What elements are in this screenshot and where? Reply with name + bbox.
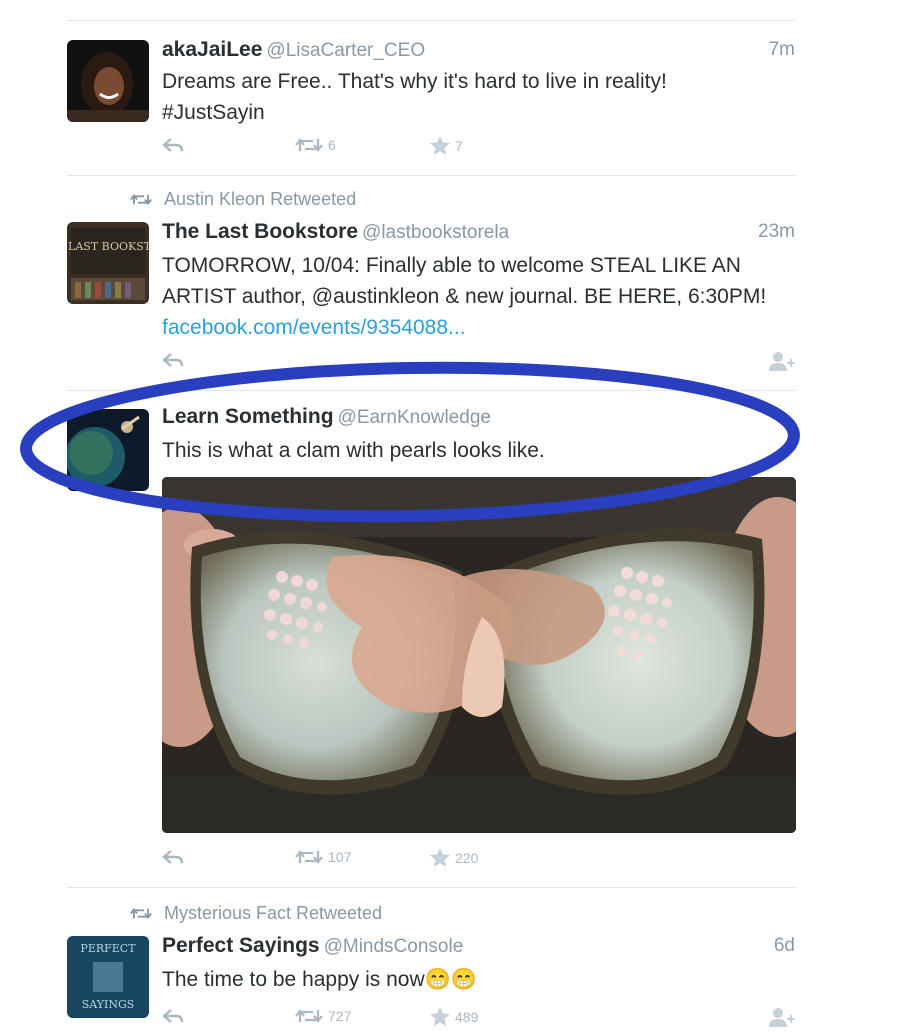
tweet-text: TOMORROW, 10/04: Finally able to welcome…: [162, 250, 787, 343]
reply-button[interactable]: [162, 351, 184, 369]
retweet-count: 107: [328, 849, 352, 865]
follow-button[interactable]: [768, 351, 796, 376]
timestamp[interactable]: 23m: [758, 221, 795, 243]
favorite-count: 489: [455, 1008, 479, 1025]
tweet-divider: [67, 390, 796, 391]
star-icon: [430, 848, 450, 867]
retweet-icon: [295, 138, 323, 152]
retweet-button[interactable]: 727: [295, 1007, 351, 1025]
retweet-button[interactable]: 6: [295, 136, 336, 154]
retweeted-by[interactable]: Austin Kleon Retweeted: [164, 189, 356, 210]
tweet-body: TOMORROW, 10/04: Finally able to welcome…: [162, 254, 767, 308]
avatar[interactable]: PERFECT SAYINGS: [67, 936, 149, 1018]
reply-icon: [162, 1009, 184, 1023]
avatar[interactable]: THE LAST BOOKSTORE: [67, 222, 149, 304]
emoji: 😁😁: [424, 968, 477, 991]
reply-button[interactable]: [162, 136, 184, 154]
tweet-divider: [67, 20, 796, 21]
tweet-text: This is what a clam with pearls looks li…: [162, 439, 545, 462]
follow-button[interactable]: [768, 1007, 796, 1032]
tweet-actions: [162, 351, 796, 375]
favorite-button[interactable]: 489: [430, 1007, 478, 1026]
tweet-text: Dreams are Free.. That's why it's hard t…: [162, 70, 667, 124]
avatar-logo-text: SAYINGS: [82, 998, 135, 1011]
user-handle[interactable]: @LisaCarter_CEO: [266, 40, 425, 61]
avatar[interactable]: [67, 40, 149, 122]
reply-icon: [162, 850, 184, 864]
tweet-actions: 727 489: [162, 1007, 796, 1031]
tweet-divider: [67, 175, 796, 176]
tweet-author[interactable]: Perfect Sayings @MindsConsole: [162, 934, 463, 958]
favorite-count: 220: [455, 849, 479, 866]
follow-user-icon: [769, 352, 795, 371]
retweet-context: Austin Kleon Retweeted: [130, 189, 356, 210]
user-handle[interactable]: @lastbookstorela: [362, 222, 509, 243]
retweet-count: 727: [328, 1008, 352, 1024]
clam-photo-image: [162, 477, 796, 833]
follow-user-icon: [769, 1008, 795, 1027]
favorite-count: 7: [455, 137, 463, 154]
star-icon: [430, 136, 450, 155]
tweet-body: The time to be happy is now: [162, 968, 425, 991]
avatar-logo-text: THE LAST BOOKSTORE: [67, 240, 149, 253]
tweet-actions: 6 7: [162, 136, 796, 160]
reply-icon: [162, 353, 184, 367]
reply-button[interactable]: [162, 848, 184, 866]
display-name[interactable]: The Last Bookstore: [162, 220, 358, 243]
favorite-button[interactable]: 7: [430, 136, 463, 155]
retweet-icon: [295, 1009, 323, 1023]
display-name[interactable]: akaJaiLee: [162, 38, 262, 61]
tweet-divider: [67, 887, 796, 888]
avatar-logo-text: PERFECT: [80, 942, 136, 955]
retweet-icon: [130, 908, 152, 919]
tweet-text: The time to be happy is now😁😁: [162, 964, 802, 995]
tweet-actions: 107 220: [162, 848, 796, 872]
retweeted-by[interactable]: Mysterious Fact Retweeted: [164, 903, 382, 924]
retweet-context: Mysterious Fact Retweeted: [130, 903, 382, 924]
tweet-author[interactable]: The Last Bookstore @lastbookstorela: [162, 220, 509, 244]
retweet-icon: [130, 194, 152, 205]
retweet-icon: [295, 850, 323, 864]
timestamp[interactable]: 6d: [774, 935, 795, 957]
tweet-photo[interactable]: [162, 477, 796, 833]
display-name[interactable]: Perfect Sayings: [162, 934, 320, 957]
display-name[interactable]: Learn Something: [162, 405, 334, 428]
tweet-link[interactable]: facebook.com/events/9354088...: [162, 316, 466, 339]
reply-icon: [162, 138, 184, 152]
user-handle[interactable]: @MindsConsole: [324, 936, 464, 957]
favorite-button[interactable]: 220: [430, 848, 478, 867]
reply-button[interactable]: [162, 1007, 184, 1025]
retweet-count: 6: [328, 137, 336, 153]
tweet-author[interactable]: Learn Something @EarnKnowledge: [162, 405, 491, 429]
timestamp[interactable]: 7m: [769, 39, 795, 61]
retweet-button[interactable]: 107: [295, 848, 351, 866]
tweet-author[interactable]: akaJaiLee @LisaCarter_CEO: [162, 38, 425, 62]
star-icon: [430, 1007, 450, 1026]
user-handle[interactable]: @EarnKnowledge: [338, 407, 491, 428]
avatar[interactable]: [67, 409, 149, 491]
